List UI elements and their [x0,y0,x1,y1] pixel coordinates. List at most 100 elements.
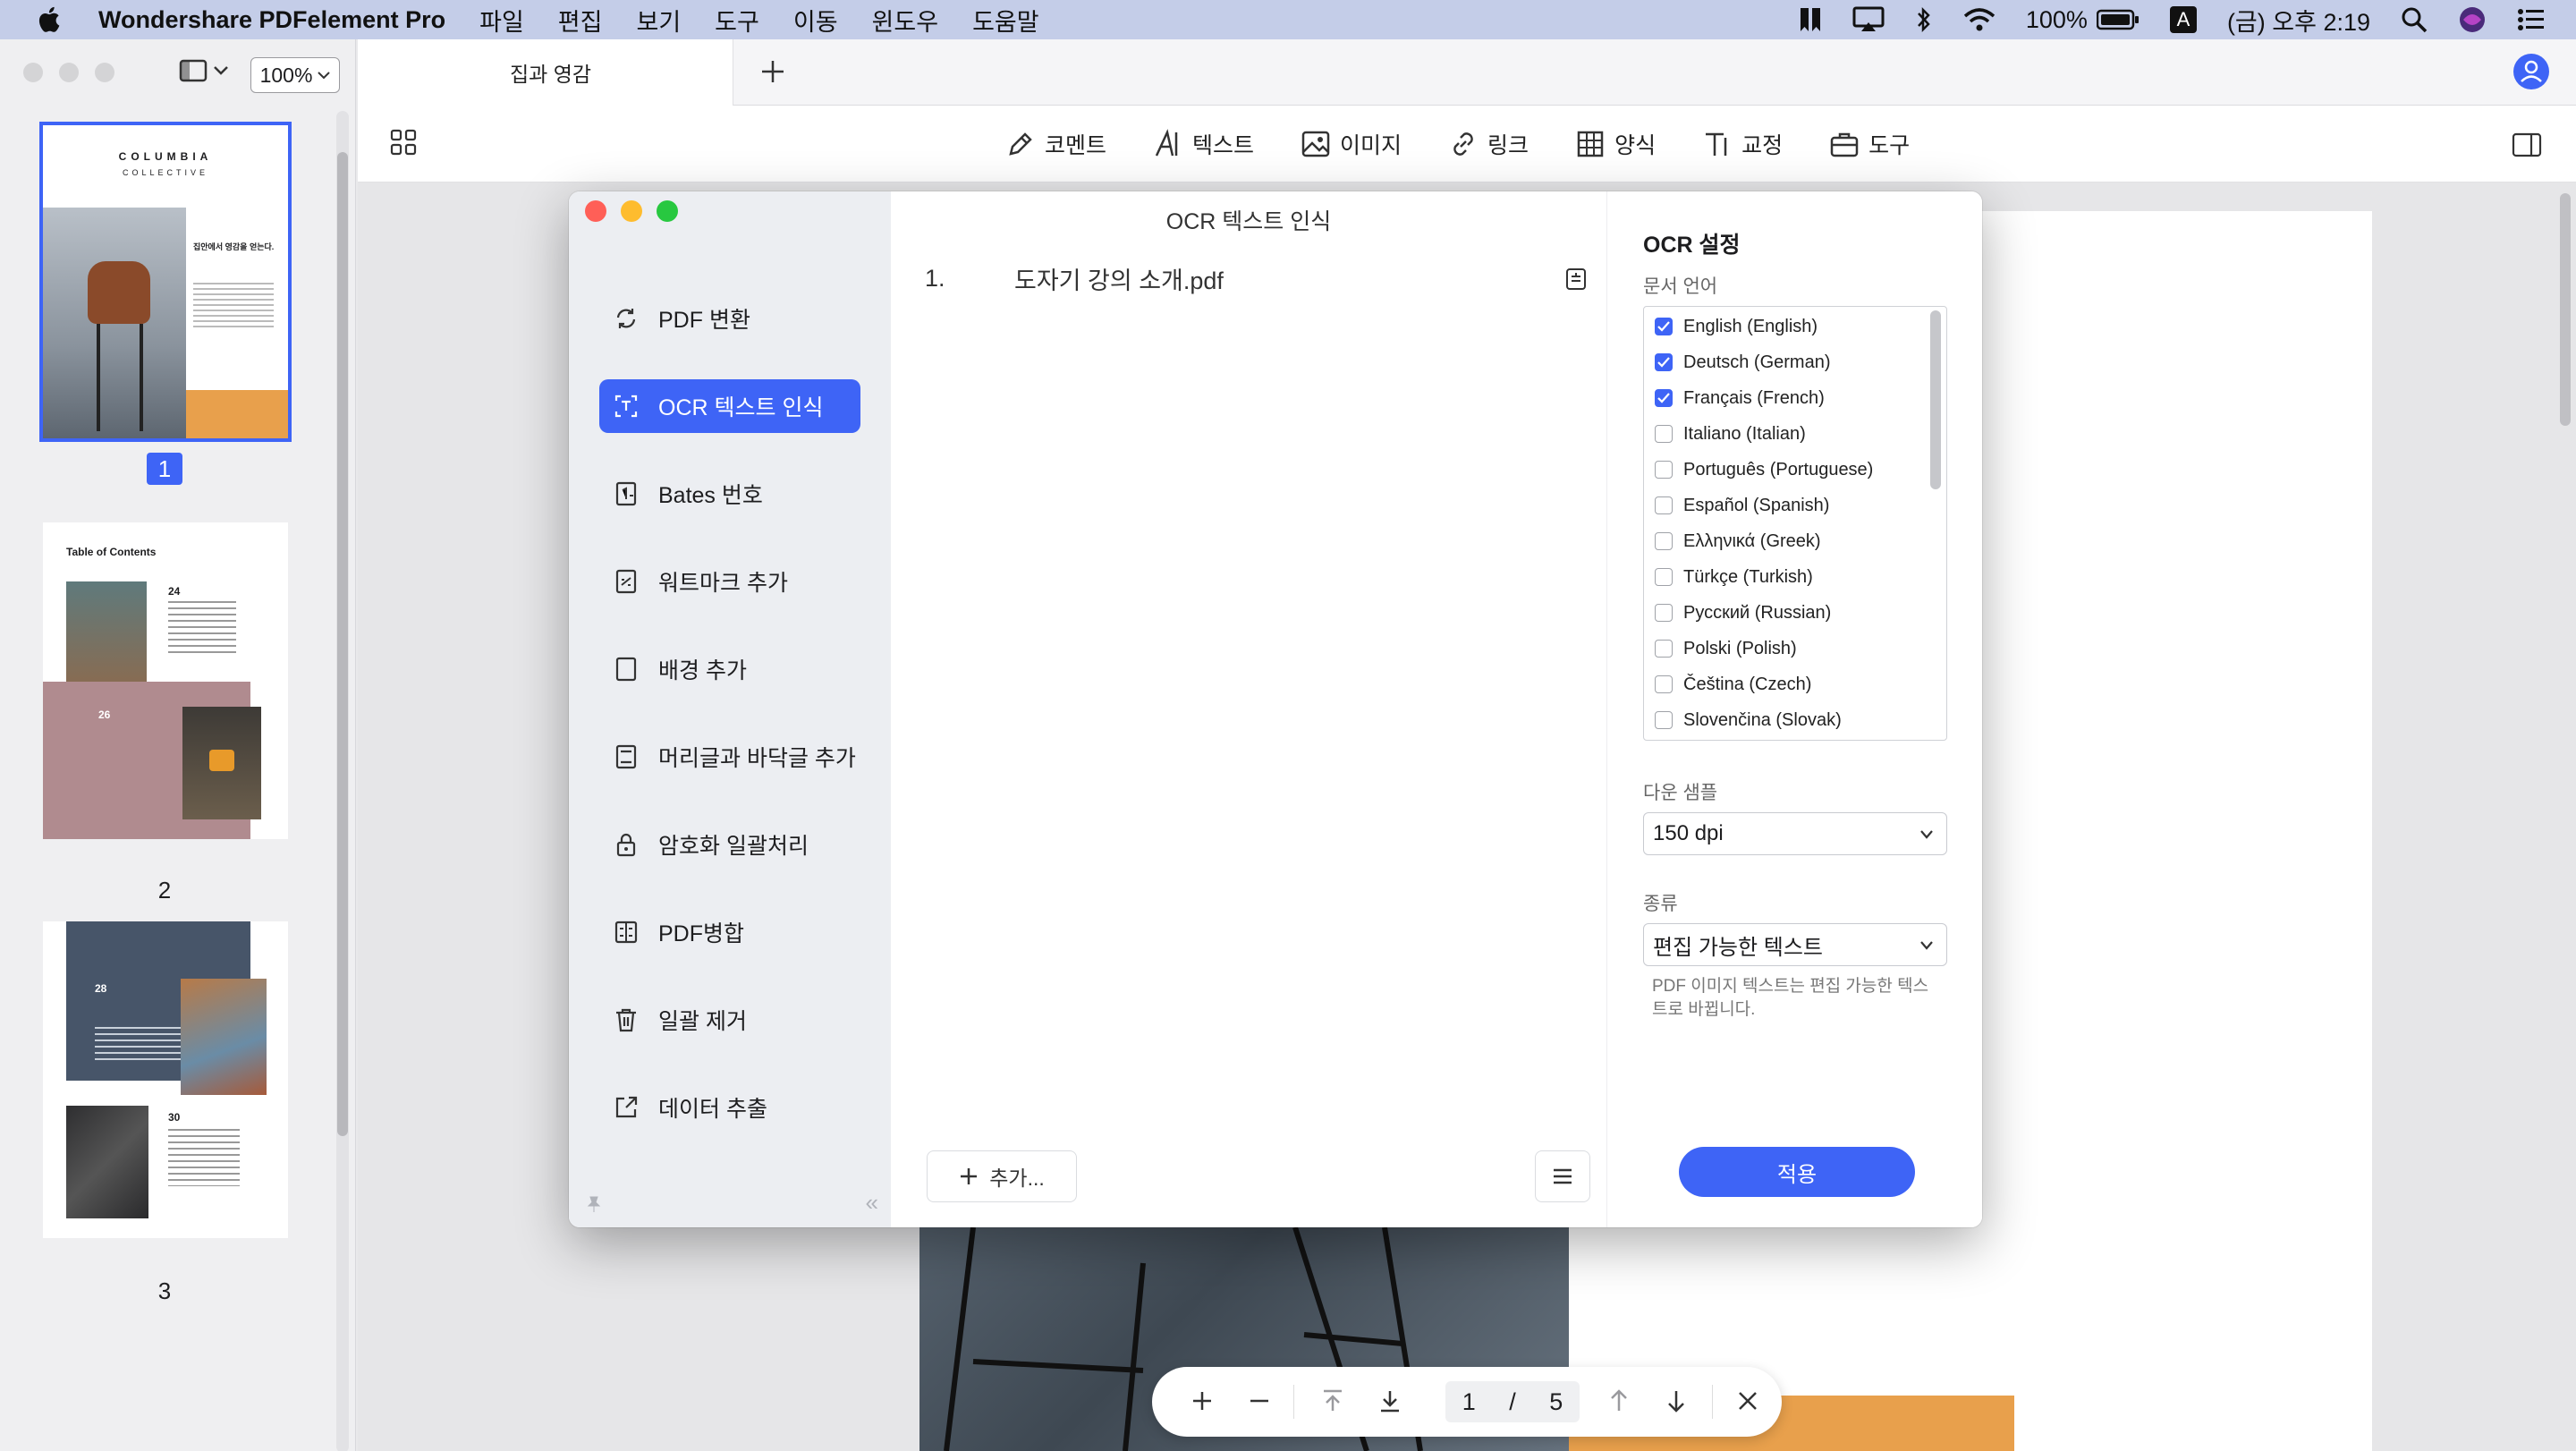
first-page-button[interactable] [1317,1385,1349,1417]
menu-data-extract[interactable]: 데이터 추출 [599,1081,860,1134]
page-number-3[interactable]: 3 [147,1277,182,1305]
file-settings-icon[interactable] [1565,267,1587,291]
language-option[interactable]: English (English) [1644,309,1946,344]
zoom-in-button[interactable] [1186,1385,1218,1417]
language-checkbox[interactable] [1655,353,1673,371]
language-option[interactable]: Español (Spanish) [1644,488,1946,523]
language-option[interactable]: Slovenčina (Slovak) [1644,702,1946,738]
comment-tool-button[interactable]: 코멘트 [1005,128,1106,160]
page-indicator[interactable]: 1 / 5 [1445,1381,1580,1422]
page-thumbnail-3[interactable]: 28 30 [43,921,288,1238]
document-tab[interactable]: 집과 영감 [358,39,733,106]
language-option[interactable]: Polski (Polish) [1644,631,1946,666]
canvas-scrollbar[interactable] [2556,182,2576,1451]
language-checkbox[interactable] [1655,640,1673,658]
page-number-2[interactable]: 2 [147,877,182,904]
menu-add-watermark[interactable]: 워트마크 추가 [599,555,860,608]
language-checkbox[interactable] [1655,532,1673,550]
scrollbar-thumb[interactable] [337,152,348,1136]
language-checkbox[interactable] [1655,425,1673,443]
wifi-icon[interactable] [1963,7,1996,32]
zoom-select[interactable]: 100% [250,57,340,93]
input-source-icon[interactable]: A [2169,6,2197,33]
right-panel-toggle-icon[interactable] [2512,132,2542,157]
collapse-sidebar-icon[interactable]: « [866,1189,878,1217]
close-nav-button[interactable] [1732,1385,1764,1417]
menu-add-background[interactable]: 배경 추가 [599,642,860,696]
menu-file[interactable]: 파일 [479,3,524,38]
clock[interactable]: (금) 오후 2:19 [2227,3,2370,38]
language-checkbox[interactable] [1655,318,1673,335]
control-center-icon[interactable] [2517,8,2546,31]
menu-tools[interactable]: 도구 [715,3,759,38]
menu-bates-number[interactable]: Bates 번호 [599,467,860,521]
page-number-1[interactable]: 1 [147,453,182,485]
type-select[interactable]: 편집 가능한 텍스트 [1643,923,1947,966]
current-page[interactable]: 1 [1462,1388,1476,1416]
menu-help[interactable]: 도움말 [972,3,1039,38]
apply-button[interactable]: 적용 [1679,1147,1915,1197]
app-name[interactable]: Wondershare PDFelement Pro [98,6,445,34]
menu-go[interactable]: 이동 [793,3,838,38]
close-window-button[interactable] [23,63,43,82]
new-tab-plus-icon[interactable] [757,55,789,88]
language-option[interactable]: Ελληνικά (Greek) [1644,523,1946,559]
menu-header-footer[interactable]: 머리글과 바닥글 추가 [599,730,860,784]
pin-icon[interactable] [587,1195,601,1213]
language-option[interactable]: Türkçe (Turkish) [1644,559,1946,595]
language-list[interactable]: English (English) Deutsch (German) Françai… [1643,306,1947,741]
language-checkbox[interactable] [1655,675,1673,693]
minimize-window-button[interactable] [59,63,79,82]
grid-view-icon[interactable] [390,129,417,156]
scrollbar-thumb[interactable] [2560,193,2571,426]
list-options-button[interactable] [1535,1150,1590,1202]
next-page-button[interactable] [1660,1385,1692,1417]
dialog-minimize-button[interactable] [621,200,642,222]
language-checkbox[interactable] [1655,604,1673,622]
menu-ocr[interactable]: OCR 텍스트 인식 [599,379,860,433]
spotlight-search-icon[interactable] [2401,6,2428,33]
language-option[interactable]: Deutsch (German) [1644,344,1946,380]
bluetooth-icon[interactable] [1915,6,1933,33]
redact-tool-button[interactable]: 교정 [1702,128,1783,160]
airplay-icon[interactable] [1852,6,1885,33]
menu-batch-encrypt[interactable]: 암호화 일괄처리 [599,818,860,871]
language-checkbox[interactable] [1655,461,1673,479]
page-thumbnail-2[interactable]: Table of Contents 24 26 [43,522,288,839]
language-checkbox[interactable] [1655,389,1673,407]
language-option[interactable]: Français (French) [1644,380,1946,416]
bookmark-icon[interactable] [1799,6,1822,33]
file-list-item[interactable]: 1. 도자기 강의 소개.pdf [925,261,1587,296]
user-avatar[interactable] [2513,54,2549,89]
menu-window[interactable]: 윈도우 [872,3,939,38]
page-thumbnail-1[interactable]: COLUMBIA COLLECTIVE 집안에서 영감을 얻는다. [39,122,292,442]
zoom-window-button[interactable] [95,63,114,82]
menu-view[interactable]: 보기 [636,3,681,38]
battery-icon[interactable] [2096,9,2140,30]
link-tool-button[interactable]: 링크 [1448,128,1529,160]
siri-icon[interactable] [2458,5,2487,34]
menu-pdf-convert[interactable]: PDF 변환 [599,292,860,345]
language-checkbox[interactable] [1655,496,1673,514]
text-tool-button[interactable]: 텍스트 [1153,128,1254,160]
menu-batch-remove[interactable]: 일괄 제거 [599,993,860,1047]
sidebar-toggle-button[interactable] [179,59,229,82]
language-option[interactable]: Čeština (Czech) [1644,666,1946,702]
form-tool-button[interactable]: 양식 [1575,128,1656,160]
language-option[interactable]: Português (Portuguese) [1644,452,1946,488]
menu-pdf-merge[interactable]: PDF병합 [599,905,860,959]
last-page-button[interactable] [1374,1385,1406,1417]
language-list-scrollbar[interactable] [1930,310,1941,489]
downsample-select[interactable]: 150 dpi [1643,812,1947,855]
language-checkbox[interactable] [1655,711,1673,729]
language-checkbox[interactable] [1655,568,1673,586]
language-option[interactable]: Русский (Russian) [1644,595,1946,631]
language-option[interactable]: Italiano (Italian) [1644,416,1946,452]
thumbnail-scrollbar[interactable] [336,111,349,1451]
previous-page-button[interactable] [1603,1385,1635,1417]
tools-tool-button[interactable]: 도구 [1829,128,1910,160]
apple-icon[interactable] [34,4,66,36]
zoom-out-button[interactable] [1243,1385,1275,1417]
image-tool-button[interactable]: 이미지 [1301,128,1402,160]
dialog-close-button[interactable] [585,200,606,222]
